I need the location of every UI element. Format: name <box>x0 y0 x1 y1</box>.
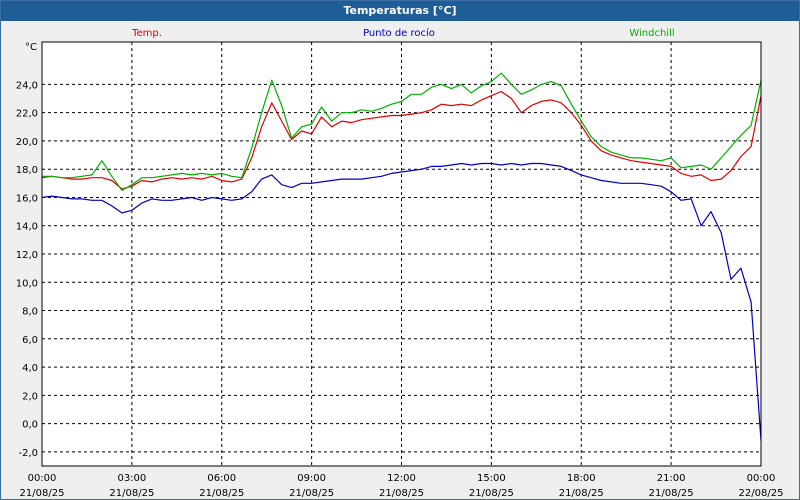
y-tick-label: 14,0 <box>16 222 38 233</box>
y-tick-label: -2,0 <box>18 448 38 459</box>
y-tick-label: 8,0 <box>22 307 38 318</box>
y-axis-label: °C <box>25 42 37 53</box>
x-tick-date: 21/08/25 <box>469 488 514 499</box>
y-tick-label: 12,0 <box>16 250 38 261</box>
y-tick-label: 18,0 <box>16 165 38 176</box>
window-title: Temperaturas [°C] <box>1 1 799 21</box>
y-tick-label: 22,0 <box>16 109 38 120</box>
x-tick-date: 21/08/25 <box>379 488 424 499</box>
y-tick-label: 20,0 <box>16 137 38 148</box>
y-tick-label: 4,0 <box>22 363 38 374</box>
chart-window: Temperaturas [°C] -2,0 0,0 2,0 4,0 6,0 8,0 10,… <box>0 0 800 500</box>
y-tick-label: 10,0 <box>16 278 38 289</box>
y-tick-label: 24,0 <box>16 80 38 91</box>
x-tick-date: 21/08/25 <box>289 488 334 499</box>
legend-entry: Temp. <box>131 28 162 39</box>
y-tick-label: 0,0 <box>22 420 38 431</box>
x-tick-date: 21/08/25 <box>199 488 244 499</box>
x-tick-time: 18:00 <box>567 473 596 484</box>
x-tick-time: 15:00 <box>477 473 506 484</box>
x-tick-time: 00:00 <box>747 473 776 484</box>
x-tick-time: 03:00 <box>117 473 146 484</box>
x-tick-date: 21/08/25 <box>559 488 604 499</box>
x-tick-time: 12:00 <box>387 473 416 484</box>
legend-entry: Punto de rocío <box>363 27 435 39</box>
x-tick-date: 21/08/25 <box>649 488 694 499</box>
x-tick-time: 21:00 <box>657 473 686 484</box>
legend-entry: Windchill <box>629 28 674 39</box>
x-tick-time: 06:00 <box>207 473 236 484</box>
y-tick-label: 6,0 <box>22 335 38 346</box>
x-tick-time: 00:00 <box>28 473 57 484</box>
x-tick-date: 21/08/25 <box>109 488 154 499</box>
x-tick-date: 22/08/25 <box>739 488 784 499</box>
x-tick-time: 09:00 <box>297 473 326 484</box>
temperature-chart: -2,0 0,0 2,0 4,0 6,0 8,0 10,0 12,0 14,0 16,0 18,0 2… <box>16 27 784 499</box>
x-tick-date: 21/08/25 <box>20 488 65 499</box>
y-tick-label: 16,0 <box>16 193 38 204</box>
y-tick-label: 2,0 <box>22 391 38 402</box>
